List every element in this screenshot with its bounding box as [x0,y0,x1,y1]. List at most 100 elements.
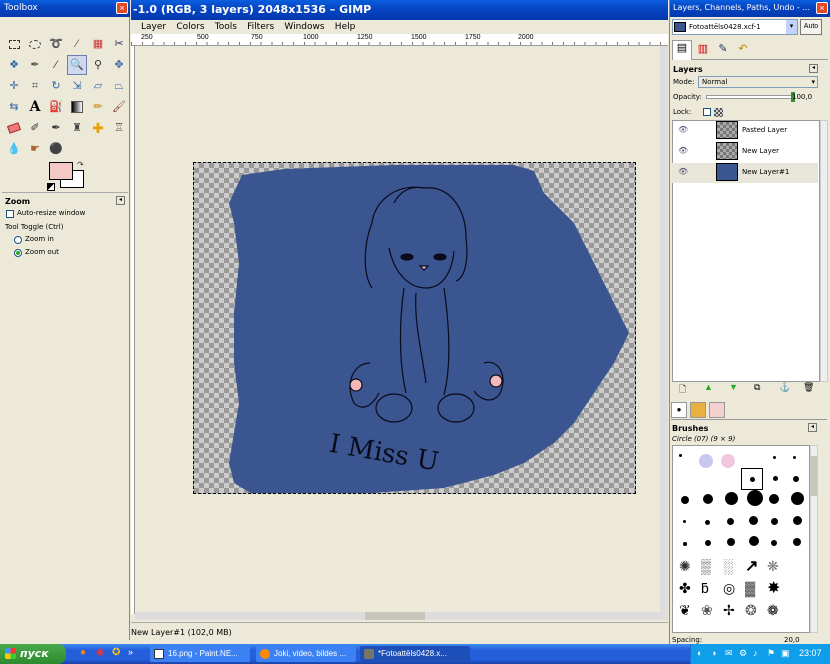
tray-icon[interactable]: ⚙ [739,648,747,659]
foreground-color-swatch[interactable] [49,162,73,180]
brush-item[interactable] [793,476,799,482]
chrome-icon[interactable]: ◉ [96,647,105,658]
new-layer-icon[interactable]: 🗋 [679,382,686,398]
dodge-burn-icon[interactable]: ⚫ [48,141,64,157]
measure-icon[interactable]: ⚲ [90,57,106,73]
visibility-eye-icon[interactable]: 👁 [678,167,688,176]
brush-item[interactable] [705,540,711,546]
tray-icon[interactable]: ⚑ [767,648,775,659]
auto-button[interactable]: Auto [800,19,822,35]
fuzzy-select-icon[interactable]: ⁄ [69,36,85,52]
tab-gradients[interactable] [709,402,725,418]
image-canvas[interactable]: I Miss U [193,162,636,494]
scissors-icon[interactable]: ✂ [111,36,127,52]
scale-icon[interactable]: ⇲ [69,78,85,94]
menu-layer[interactable]: Layer [141,22,166,32]
heal-icon[interactable]: ✚ [90,120,106,136]
layer-row[interactable]: 👁 New Layer [672,142,818,162]
perspective-clone-icon[interactable]: ♖ [111,120,127,136]
eraser-icon[interactable] [6,120,22,136]
brush-item[interactable] [793,516,802,525]
color-select-icon[interactable]: ▦ [90,36,106,52]
brush-item[interactable] [749,516,758,525]
opacity-slider[interactable] [706,92,795,102]
crop-icon[interactable]: ⌗ [27,78,43,94]
brush-item[interactable] [771,518,778,525]
menu-windows[interactable]: Windows [284,22,324,32]
brush-item[interactable] [791,492,804,505]
taskbar-item-paint[interactable]: 16.png - Paint.NE... [150,646,250,662]
zoom-tool-icon[interactable]: 🔍 [67,55,87,75]
taskbar-item-gimp[interactable]: *Fotoattēls0428.x... [360,646,470,662]
brush-item[interactable] [683,542,687,546]
brushes-grid[interactable]: ✺ ▒ ░ ↗ ❋ ✤ ƃ ◎ ▓ ✸ ❦ ❀ ✢ ❂ ❁ [672,445,810,633]
brush-item[interactable]: ░ [723,558,733,574]
raise-layer-icon[interactable]: ▲ [704,382,713,392]
text-tool-icon[interactable]: A [27,99,43,115]
zoom-in-radio[interactable] [14,236,22,244]
smudge-icon[interactable]: ☛ [27,141,43,157]
color-picker-icon[interactable]: ⁄ [48,57,64,73]
brush-item[interactable] [721,454,735,468]
blur-icon[interactable]: 💧 [6,141,22,157]
brush-item[interactable] [773,476,778,481]
image-window-titlebar[interactable]: -1.0 (RGB, 3 layers) 2048x1536 – GIMP [131,0,668,20]
menu-filters[interactable]: Filters [247,22,274,32]
brush-item-selected[interactable] [741,468,763,490]
tab-brushes[interactable]: ● [671,402,687,418]
brush-item[interactable] [725,492,738,505]
paintbrush-icon[interactable]: 🖌 [111,99,127,115]
spacing-value[interactable]: 20,0 [784,636,800,644]
image-vertical-scrollbar[interactable] [660,46,668,612]
bucket-fill-icon[interactable]: ⛽ [48,99,64,115]
free-select-icon[interactable]: ➰ [48,36,64,52]
brushes-scrollbar[interactable] [810,445,818,633]
tab-channels[interactable]: ▥ [694,42,712,60]
paths-icon[interactable]: ✒ [27,57,43,73]
brush-item[interactable] [793,538,801,546]
brush-item[interactable]: ❁ [767,602,779,619]
brush-item[interactable]: ❂ [745,602,757,619]
duplicate-layer-icon[interactable]: ⧉ [754,382,760,393]
rotate-icon[interactable]: ↻ [48,78,64,94]
brush-item[interactable] [769,494,779,504]
tray-icon[interactable]: ▣ [781,648,790,659]
airbrush-icon[interactable]: ✐ [27,120,43,136]
brush-item[interactable] [705,520,710,525]
brush-item[interactable] [727,538,735,546]
brush-item[interactable] [699,454,713,468]
brush-item[interactable] [749,536,759,546]
align-icon[interactable]: ✛ [6,78,22,94]
brush-item[interactable] [683,520,686,523]
zoom-out-radio[interactable] [14,249,22,257]
tab-paths[interactable]: ✎ [714,42,732,60]
firefox-icon[interactable]: ● [80,647,86,658]
shear-icon[interactable]: ▱ [90,78,106,94]
start-button[interactable]: пуск [0,644,66,664]
brush-item[interactable] [679,454,682,457]
ellipse-select-icon[interactable] [27,36,43,52]
menu-tools[interactable]: Tools [215,22,237,32]
layers-list-scrollbar[interactable] [820,120,828,382]
tray-icon[interactable]: ◑ [711,648,716,658]
dock-titlebar[interactable]: Layers, Channels, Paths, Undo - ... [670,0,830,17]
lower-layer-icon[interactable]: ▼ [729,382,738,392]
auto-resize-checkbox[interactable] [6,210,14,218]
tool-options-menu-button[interactable]: ◂ [116,196,125,205]
visibility-eye-icon[interactable]: 👁 [678,146,688,155]
brush-item[interactable]: ✺ [679,558,691,575]
tray-icon[interactable]: ◐ [697,648,702,658]
foreground-select-icon[interactable]: ❖ [6,57,22,73]
swap-colors-icon[interactable]: ↷ [77,160,84,169]
tray-icon[interactable]: ✉ [725,648,733,659]
default-colors-icon[interactable] [47,183,55,191]
menu-help[interactable]: Help [335,22,356,32]
brush-item[interactable]: ◎ [723,580,735,597]
ink-icon[interactable]: ✒ [48,120,64,136]
delete-layer-icon[interactable]: 🗑 [803,382,814,393]
perspective-icon[interactable]: ⏢ [111,78,127,94]
clone-icon[interactable]: ♜ [69,120,85,136]
menu-colors[interactable]: Colors [176,22,204,32]
tab-undo[interactable]: ↶ [734,42,752,60]
layer-row[interactable]: 👁 Pasted Layer [672,121,818,141]
